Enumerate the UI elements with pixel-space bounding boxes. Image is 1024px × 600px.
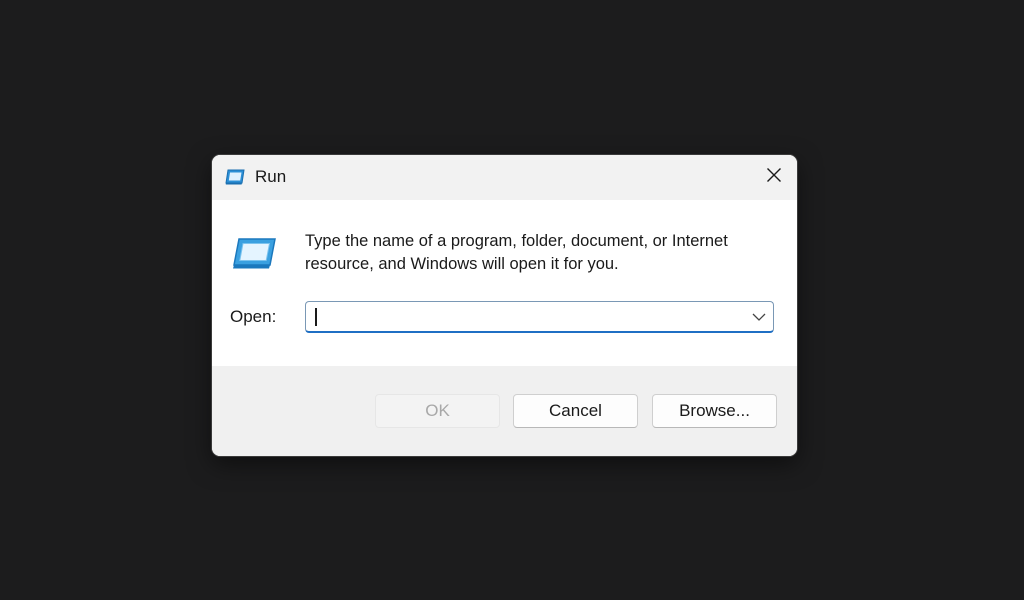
open-input[interactable]	[314, 302, 734, 331]
run-app-icon	[224, 168, 246, 186]
instruction-text: Type the name of a program, folder, docu…	[305, 232, 728, 273]
open-label: Open:	[230, 307, 277, 326]
title-bar[interactable]: Run	[212, 155, 797, 200]
run-app-icon	[231, 237, 277, 271]
run-dialog: Run Type the name of a program, folder, …	[212, 155, 797, 456]
close-icon	[766, 167, 782, 188]
desktop-background: Run Type the name of a program, folder, …	[0, 0, 1024, 600]
open-combobox[interactable]	[305, 301, 774, 333]
text-caret	[315, 308, 317, 326]
close-button[interactable]	[751, 155, 797, 200]
ok-button[interactable]: OK	[375, 394, 500, 428]
dialog-content: Type the name of a program, folder, docu…	[212, 200, 797, 366]
open-dropdown-button[interactable]	[747, 303, 771, 331]
button-bar: OK Cancel Browse...	[212, 366, 797, 456]
chevron-down-icon	[752, 308, 766, 326]
browse-button[interactable]: Browse...	[652, 394, 777, 428]
cancel-button[interactable]: Cancel	[513, 394, 638, 428]
dialog-title: Run	[255, 167, 287, 186]
